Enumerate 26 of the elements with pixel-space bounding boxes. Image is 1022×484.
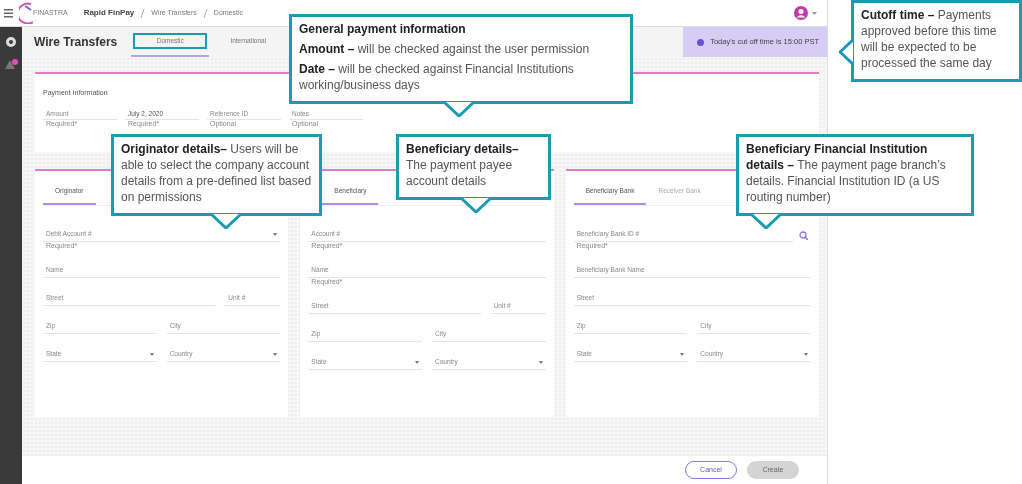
dropdown-caret-icon <box>538 360 543 364</box>
dropdown-caret-icon <box>804 352 808 356</box>
callout-text: Cutoff time – Payments approved before this time will be expected to be processed the same day <box>861 7 998 71</box>
app-name: Rapid FinPay <box>83 7 135 19</box>
callout-text: Beneficiary Financial Institution details – The payment page branch’s details. Financial Institution ID (a US routing number) <box>746 141 947 205</box>
dropdown-caret-icon <box>273 352 278 356</box>
logo-icon <box>19 2 33 24</box>
menu-icon[interactable] <box>4 8 13 18</box>
caret-icon[interactable] <box>812 11 817 15</box>
breadcrumb-separator-icon <box>202 8 208 18</box>
page-title: Wire Transfers <box>34 34 118 51</box>
callout-text: Date – will be checked against Financial Institutions working/business days <box>299 61 575 93</box>
dropdown-caret-icon <box>273 232 278 236</box>
dropdown-caret-icon <box>149 352 154 356</box>
warning-icon[interactable] <box>4 59 18 70</box>
callout-title: General payment information <box>299 21 467 37</box>
callout-text: Beneficiary details– The payment payee account details <box>406 141 520 189</box>
dropdown-caret-icon <box>415 360 419 364</box>
search-icon[interactable] <box>799 230 808 240</box>
breadcrumb-separator-icon <box>140 8 146 18</box>
dropdown-caret-icon <box>680 352 685 356</box>
callout-text: Amount – will be checked against the user permission <box>299 41 591 57</box>
user-avatar-icon[interactable] <box>794 6 808 20</box>
info-dot-icon <box>697 38 705 46</box>
circle-nav-icon[interactable] <box>6 37 16 47</box>
callout-text: Originator details– Users will be able to select the company account details from a pre-defined list based on permissions <box>121 141 312 205</box>
